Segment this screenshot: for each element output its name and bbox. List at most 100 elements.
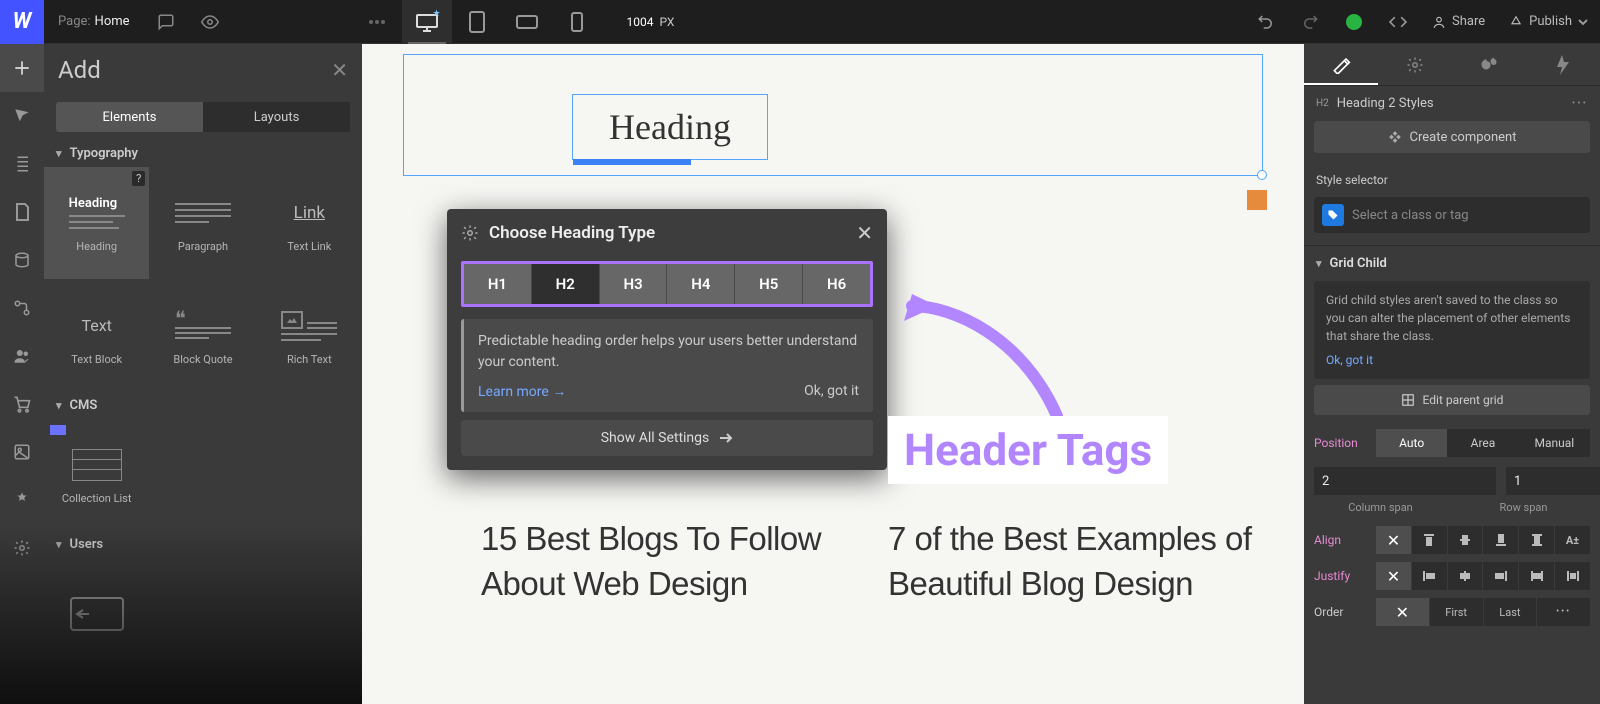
heading-element[interactable]: Heading [572,94,768,160]
section-grid-child[interactable]: ▾Grid Child [1304,245,1600,281]
blog-title-2: 7 of the Best Examples of Beautiful Blog… [888,517,1258,606]
element-collection-list[interactable]: Collection List [44,419,149,531]
device-breakpoints: ★ [352,0,602,44]
justify-label: Justify [1314,569,1374,583]
breakpoint-tablet-icon[interactable] [452,0,502,44]
align-stretch-icon[interactable] [1519,526,1555,554]
heading-type-h4[interactable]: H4 [667,264,735,304]
justify-center-icon[interactable] [1448,562,1484,590]
heading-type-h1[interactable]: H1 [464,264,532,304]
order-last-button[interactable]: Last [1484,598,1538,626]
page-name[interactable]: Home [95,14,144,29]
justify-baseline-icon[interactable] [1555,562,1590,590]
components-icon[interactable] [0,188,44,236]
element-text-block[interactable]: Text Text Block [44,280,149,392]
logic-icon[interactable] [0,284,44,332]
align-start-icon[interactable] [1412,526,1448,554]
element-block-quote[interactable]: ❝ Block Quote [150,280,255,392]
preview-icon[interactable] [188,0,232,44]
element-paragraph[interactable]: Paragraph [150,167,255,279]
element-user-form[interactable] [44,558,149,670]
breakpoint-xl-icon[interactable] [352,0,402,44]
class-selector[interactable]: Select a class or tag [1314,197,1590,233]
cms-icon[interactable] [0,236,44,284]
tab-elements[interactable]: Elements [56,102,203,132]
ecommerce-icon[interactable] [0,380,44,428]
heading-type-popover: Choose Heading Type ✕ H1 H2 H3 H4 H5 H6 … [447,209,887,470]
pages-icon[interactable] [0,140,44,188]
close-icon[interactable]: ✕ [856,221,873,245]
effects-tab-icon[interactable] [1452,44,1526,85]
settings-icon[interactable] [0,524,44,572]
breakpoint-landscape-icon[interactable] [502,0,552,44]
add-panel-title: Add [58,56,331,84]
align-end-icon[interactable] [1483,526,1519,554]
justify-stretch-icon[interactable] [1519,562,1555,590]
section-cms[interactable]: ▾CMS [44,392,362,419]
users-icon[interactable] [0,332,44,380]
tag-icon [1322,204,1344,226]
order-clear-icon[interactable]: ✕ [1376,598,1430,626]
comments-icon[interactable] [144,0,188,44]
align-center-icon[interactable] [1448,526,1484,554]
learn-more-link[interactable]: Learn more → [478,383,566,400]
grid-overlay-icon [1247,190,1267,210]
resize-handle-icon[interactable] [1257,170,1267,180]
navigator-icon[interactable] [0,92,44,140]
justify-end-icon[interactable] [1483,562,1519,590]
breakpoint-mobile-icon[interactable] [552,0,602,44]
more-icon[interactable]: ••• [1572,98,1588,109]
ok-got-it-link[interactable]: Ok, got it [1326,351,1578,369]
tab-layouts[interactable]: Layouts [203,102,350,132]
section-typography[interactable]: ▾Typography [44,140,362,167]
blog-title-1: 15 Best Blogs To Follow About Web Design [481,517,851,606]
order-first-button[interactable]: First [1430,598,1484,626]
heading-type-h2[interactable]: H2 [532,264,600,304]
row-span-label: Row span [1457,501,1590,514]
create-component-button[interactable]: Create component [1314,121,1590,153]
position-manual[interactable]: Manual [1519,429,1590,457]
undo-icon[interactable] [1244,0,1288,44]
justify-clear-icon[interactable]: ✕ [1376,562,1412,590]
settings-tab-icon[interactable] [1378,44,1452,85]
chevron-down-icon: ▾ [56,147,62,160]
add-elements-icon[interactable] [0,44,44,92]
align-clear-icon[interactable]: ✕ [1376,526,1412,554]
ok-got-it-button[interactable]: Ok, got it [804,383,859,400]
help-icon[interactable]: ? [132,171,145,186]
publish-button[interactable]: Publish [1497,0,1600,44]
justify-start-icon[interactable] [1412,562,1448,590]
export-code-icon[interactable] [1376,0,1420,44]
element-breadcrumb[interactable]: H2 Heading 2 Styles ••• [1304,86,1600,121]
element-heading[interactable]: ? Heading Heading [44,167,149,279]
element-text-link[interactable]: Link Text Link [257,167,362,279]
close-icon[interactable]: ✕ [331,58,348,82]
redo-icon[interactable] [1288,0,1332,44]
assets-icon[interactable] [0,428,44,476]
style-panel: H2 Heading 2 Styles ••• Create component… [1304,44,1600,704]
section-users[interactable]: ▾Users [44,531,362,558]
position-auto[interactable]: Auto [1376,429,1447,457]
annotation-label: Header Tags [888,416,1168,484]
align-baseline-icon[interactable]: A± [1555,526,1590,554]
heading-type-h5[interactable]: H5 [735,264,803,304]
breakpoint-desktop-icon[interactable]: ★ [402,0,452,44]
show-all-settings-button[interactable]: Show All Settings [461,420,873,456]
viewport-size[interactable]: 1004 PX [627,15,675,29]
apps-icon[interactable] [0,476,44,524]
style-tab-icon[interactable] [1304,44,1378,85]
order-more-icon[interactable]: ••• [1537,598,1590,626]
row-span-input[interactable] [1506,467,1600,495]
position-area[interactable]: Area [1447,429,1518,457]
heading-type-h3[interactable]: H3 [600,264,668,304]
element-rich-text[interactable]: Rich Text [257,280,362,392]
edit-parent-grid-button[interactable]: Edit parent grid [1314,385,1590,415]
popover-message: Predictable heading order helps your use… [461,319,873,412]
status-ok-icon[interactable] [1332,0,1376,44]
webflow-logo[interactable]: W [0,0,44,44]
column-span-input[interactable] [1314,467,1496,495]
heading-type-h6[interactable]: H6 [803,264,870,304]
interactions-tab-icon[interactable] [1526,44,1600,85]
canvas[interactable]: Heading t 15 Best Blogs To Follow About … [362,44,1304,704]
share-button[interactable]: Share [1420,0,1497,44]
